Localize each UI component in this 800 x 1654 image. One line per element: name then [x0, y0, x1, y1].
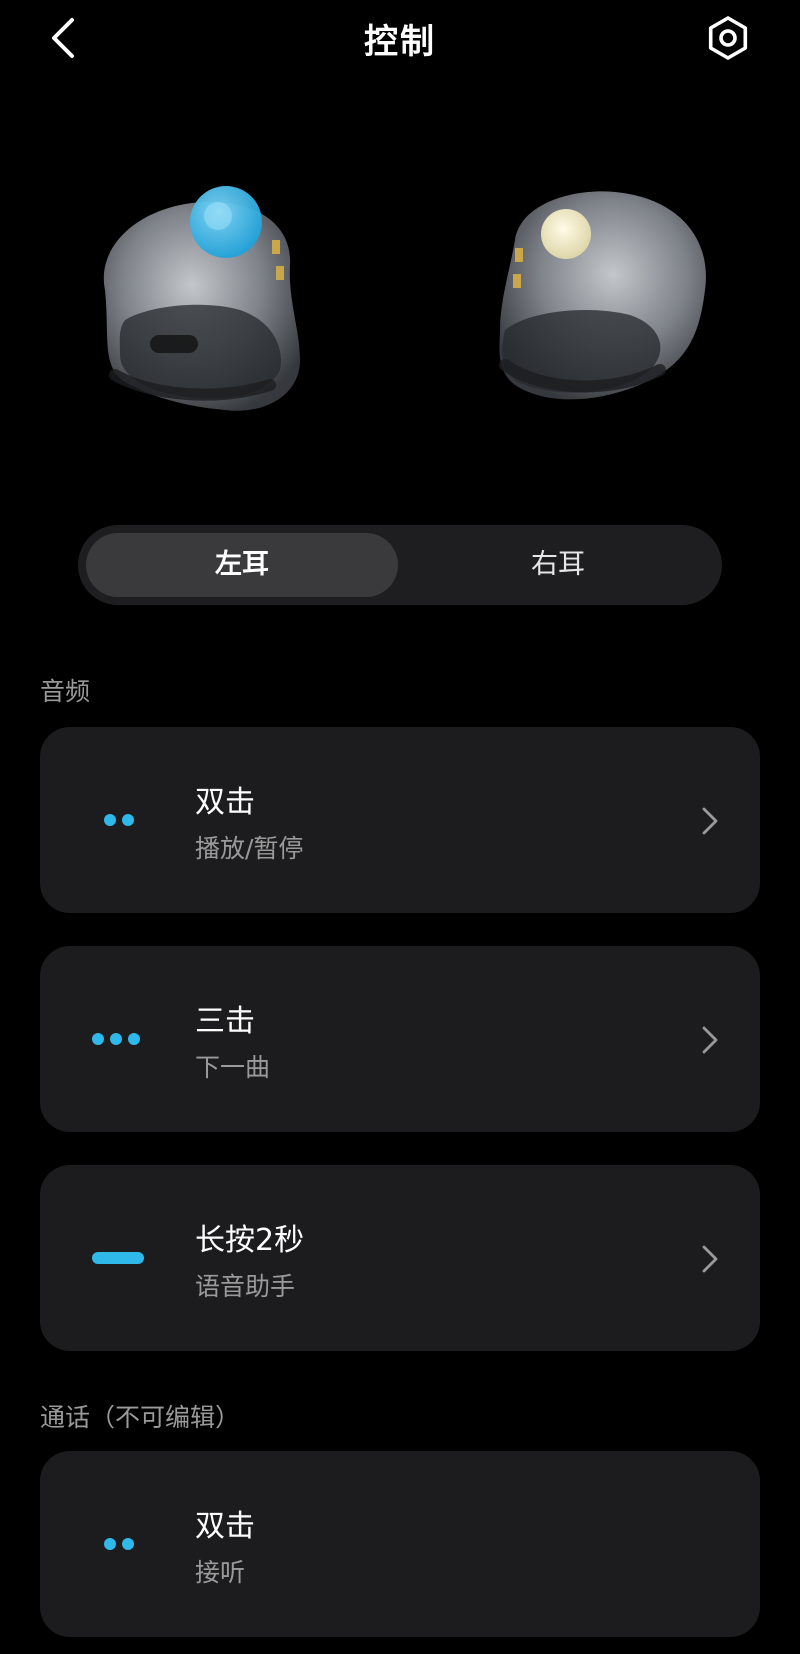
- section-title-call: 通话（不可编辑）: [40, 1403, 241, 1432]
- double-tap-dots-icon: [88, 1519, 152, 1569]
- gesture-action: 接听: [195, 1558, 246, 1587]
- gesture-label: 长按2秒: [195, 1223, 305, 1258]
- gear-icon: [708, 16, 748, 60]
- page-title: 控制: [364, 22, 436, 62]
- long-press-bar-icon: [88, 1233, 152, 1283]
- settings-button[interactable]: [704, 14, 752, 62]
- control-item-long-press[interactable]: 长按2秒 语音助手: [40, 1165, 760, 1351]
- tab-left-ear[interactable]: 左耳: [86, 533, 398, 597]
- control-item-answer-call: 双击 接听: [40, 1451, 760, 1637]
- earbuds-illustration: [0, 170, 800, 440]
- chevron-right-icon: [702, 807, 718, 835]
- gesture-label: 三击: [195, 1004, 255, 1039]
- right-earbud-image: [499, 191, 706, 400]
- control-item-double-tap[interactable]: 双击 播放/暂停: [40, 727, 760, 913]
- chevron-right-icon: [702, 1026, 718, 1054]
- chevron-right-icon: [702, 1245, 718, 1273]
- gesture-action: 播放/暂停: [195, 834, 304, 863]
- header: 控制: [0, 0, 800, 80]
- gesture-label: 双击: [195, 785, 255, 820]
- ear-selector: 左耳 右耳: [78, 525, 722, 605]
- gesture-action: 语音助手: [195, 1272, 296, 1301]
- control-item-triple-tap[interactable]: 三击 下一曲: [40, 946, 760, 1132]
- left-earbud-image: [103, 186, 300, 411]
- tab-right-ear[interactable]: 右耳: [402, 533, 714, 597]
- triple-tap-dots-icon: [88, 1014, 152, 1064]
- section-title-audio: 音频: [40, 677, 91, 706]
- gesture-action: 下一曲: [195, 1053, 271, 1082]
- double-tap-dots-icon: [88, 795, 152, 845]
- gesture-label: 双击: [195, 1509, 255, 1544]
